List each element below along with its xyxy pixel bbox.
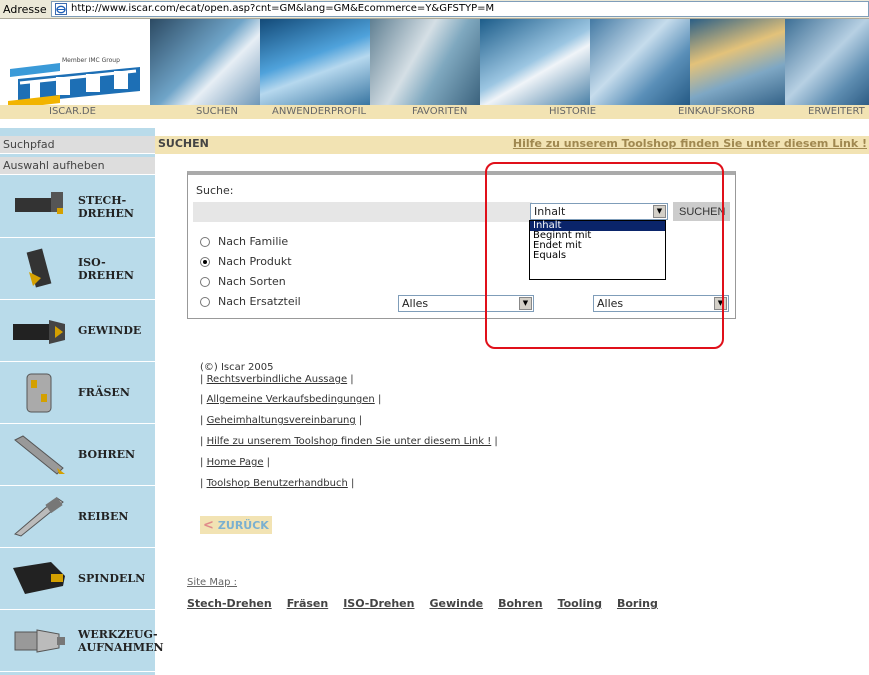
threading-tool-icon: [13, 320, 65, 344]
clear-selection-link[interactable]: Auswahl aufheben: [0, 157, 155, 175]
search-input[interactable]: [193, 202, 532, 222]
radio-label: Nach Ersatzteil: [218, 295, 301, 308]
search-label: Suche:: [196, 184, 234, 197]
breadcrumb: SUCHEN Hilfe zu unserem Toolshop finden …: [155, 136, 869, 154]
footer-link-row: | Toolshop Benutzerhandbuch |: [200, 478, 355, 489]
nav-suchen[interactable]: SUCHEN: [196, 106, 238, 117]
footer-link-row: | Hilfe zu unserem Toolshop finden Sie u…: [200, 436, 498, 447]
radio-nach-produkt[interactable]: Nach Produkt: [200, 255, 292, 268]
radio-circle[interactable]: [200, 236, 210, 247]
footer-link-confidentiality[interactable]: Geheimhaltungsvereinbarung: [207, 415, 356, 426]
highlight-annotation: [485, 162, 724, 349]
sitemap-link-boring[interactable]: Boring: [617, 597, 658, 610]
banner-photo-5: [590, 19, 690, 117]
ie-page-icon: [55, 3, 67, 15]
sidebar-item-stech-drehen[interactable]: STECH- DREHEN: [0, 176, 155, 238]
sitemap-link-stech-drehen[interactable]: Stech-Drehen: [187, 597, 272, 610]
chevron-left-icon: <: [203, 517, 214, 533]
sitemap-link-gewinde[interactable]: Gewinde: [429, 597, 483, 610]
sidebar-item-label: ISO- DREHEN: [78, 255, 134, 282]
nav-einkaufskorb[interactable]: EINKAUFSKORB: [678, 106, 755, 117]
iscar-logo-mark: [8, 63, 140, 109]
footer-link-row: | Geheimhaltungsvereinbarung |: [200, 415, 363, 426]
banner-photo-2: [260, 19, 370, 117]
nav-historie[interactable]: HISTORIE: [549, 106, 596, 117]
sitemap-label: Site Map :: [187, 577, 238, 588]
search-path-label: Suchpfad: [0, 136, 155, 154]
nav-iscar-de[interactable]: ISCAR.DE: [49, 106, 96, 117]
radio-circle[interactable]: [200, 296, 210, 307]
sidebar-item-werkzeugaufnahmen[interactable]: WERKZEUG- AUFNAHMEN: [0, 610, 164, 672]
radio-nach-ersatzteil[interactable]: Nach Ersatzteil: [200, 295, 301, 308]
page-title: SUCHEN: [158, 137, 209, 150]
banner-photo-1: [150, 19, 260, 117]
copyright-text: (©) Iscar 2005: [200, 362, 274, 373]
drill-icon: [14, 435, 65, 475]
back-button[interactable]: < ZURÜCK: [200, 516, 272, 534]
milling-cutter-icon: [26, 373, 52, 413]
radio-nach-familie[interactable]: Nach Familie: [200, 235, 288, 248]
sidebar-item-label: STECH- DREHEN: [78, 193, 134, 220]
radio-circle[interactable]: [200, 276, 210, 287]
sitemap-link-iso-drehen[interactable]: ISO-Drehen: [343, 597, 414, 610]
address-label: Adresse: [3, 3, 47, 16]
footer-link-home[interactable]: Home Page: [207, 457, 264, 468]
sidebar-item-label: BOHREN: [78, 448, 136, 461]
sidebar-item-label: SPINDELN: [78, 572, 146, 585]
sitemap-link-bohren[interactable]: Bohren: [498, 597, 543, 610]
banner-photo-3: [370, 19, 480, 117]
sidebar-item-gewinde[interactable]: GEWINDE: [0, 300, 155, 362]
footer-link-legal[interactable]: Rechtsverbindliche Aussage: [207, 374, 348, 385]
sitemap-link-tooling[interactable]: Tooling: [558, 597, 602, 610]
footer-link-help[interactable]: Hilfe zu unserem Toolshop finden Sie unt…: [207, 436, 492, 447]
reamer-icon: [14, 496, 64, 537]
sitemap-link-fraesen[interactable]: Fräsen: [287, 597, 329, 610]
radio-label: Nach Familie: [218, 235, 289, 248]
header-banner: Member IMC Group: [0, 19, 869, 117]
sidebar: Suchpfad Auswahl aufheben STECH- DREHEN …: [0, 128, 164, 675]
sidebar-item-reiben[interactable]: REIBEN: [0, 486, 155, 548]
sidebar-item-label: FRÄSEN: [78, 386, 130, 399]
radio-circle[interactable]: [200, 256, 210, 267]
spindle-icon: [13, 562, 65, 594]
sidebar-item-fraesen[interactable]: FRÄSEN: [0, 362, 155, 424]
footer-link-row: | Home Page |: [200, 457, 271, 468]
address-field[interactable]: http://www.iscar.com/ecat/open.asp?cnt=G…: [51, 1, 869, 17]
back-label: ZURÜCK: [217, 518, 269, 532]
banner-photo-6: [690, 19, 785, 117]
address-url: http://www.iscar.com/ecat/open.asp?cnt=G…: [71, 3, 495, 14]
sidebar-item-bohren[interactable]: BOHREN: [0, 424, 155, 486]
nav-favoriten[interactable]: FAVORITEN: [412, 106, 467, 117]
iso-turning-tool-icon: [26, 248, 52, 288]
sidebar-item-label: WERKZEUG- AUFNAHMEN: [78, 627, 164, 654]
tool-holder-icon: [14, 629, 65, 653]
help-link[interactable]: Hilfe zu unserem Toolshop finden Sie unt…: [513, 137, 867, 150]
sidebar-item-spindeln[interactable]: SPINDELN: [0, 548, 155, 610]
address-bar: Adresse http://www.iscar.com/ecat/open.a…: [0, 0, 869, 19]
radio-label: Nach Produkt: [218, 255, 292, 268]
iscar-logo[interactable]: Member IMC Group: [0, 19, 150, 117]
sidebar-item-label: GEWINDE: [78, 324, 142, 337]
banner-photo-4: [480, 19, 590, 117]
footer-link-row: | Allgemeine Verkaufsbedingungen |: [200, 394, 382, 405]
footer-link-manual[interactable]: Toolshop Benutzerhandbuch: [207, 478, 348, 489]
radio-label: Nach Sorten: [218, 275, 286, 288]
footer-link-row: | Rechtsverbindliche Aussage |: [200, 374, 354, 385]
radio-nach-sorten[interactable]: Nach Sorten: [200, 275, 286, 288]
footer-link-terms[interactable]: Allgemeine Verkaufsbedingungen: [207, 394, 375, 405]
filter-select-1-value: Alles: [402, 297, 429, 310]
copyright: (©) Iscar 2005: [200, 362, 274, 373]
top-nav: ISCAR.DE SUCHEN ANWENDERPROFIL FAVORITEN…: [0, 105, 869, 119]
nav-erweitert[interactable]: ERWEITERT: [808, 106, 865, 117]
sitemap-links: Stech-Drehen Fräsen ISO-Drehen Gewinde B…: [187, 597, 658, 610]
banner-photo-7: [785, 19, 869, 117]
nav-anwenderprofil[interactable]: ANWENDERPROFIL: [272, 106, 366, 117]
sidebar-item-label: REIBEN: [78, 510, 129, 523]
sidebar-item-iso-drehen[interactable]: ISO- DREHEN: [0, 238, 155, 300]
grooving-tool-icon: [15, 192, 63, 214]
